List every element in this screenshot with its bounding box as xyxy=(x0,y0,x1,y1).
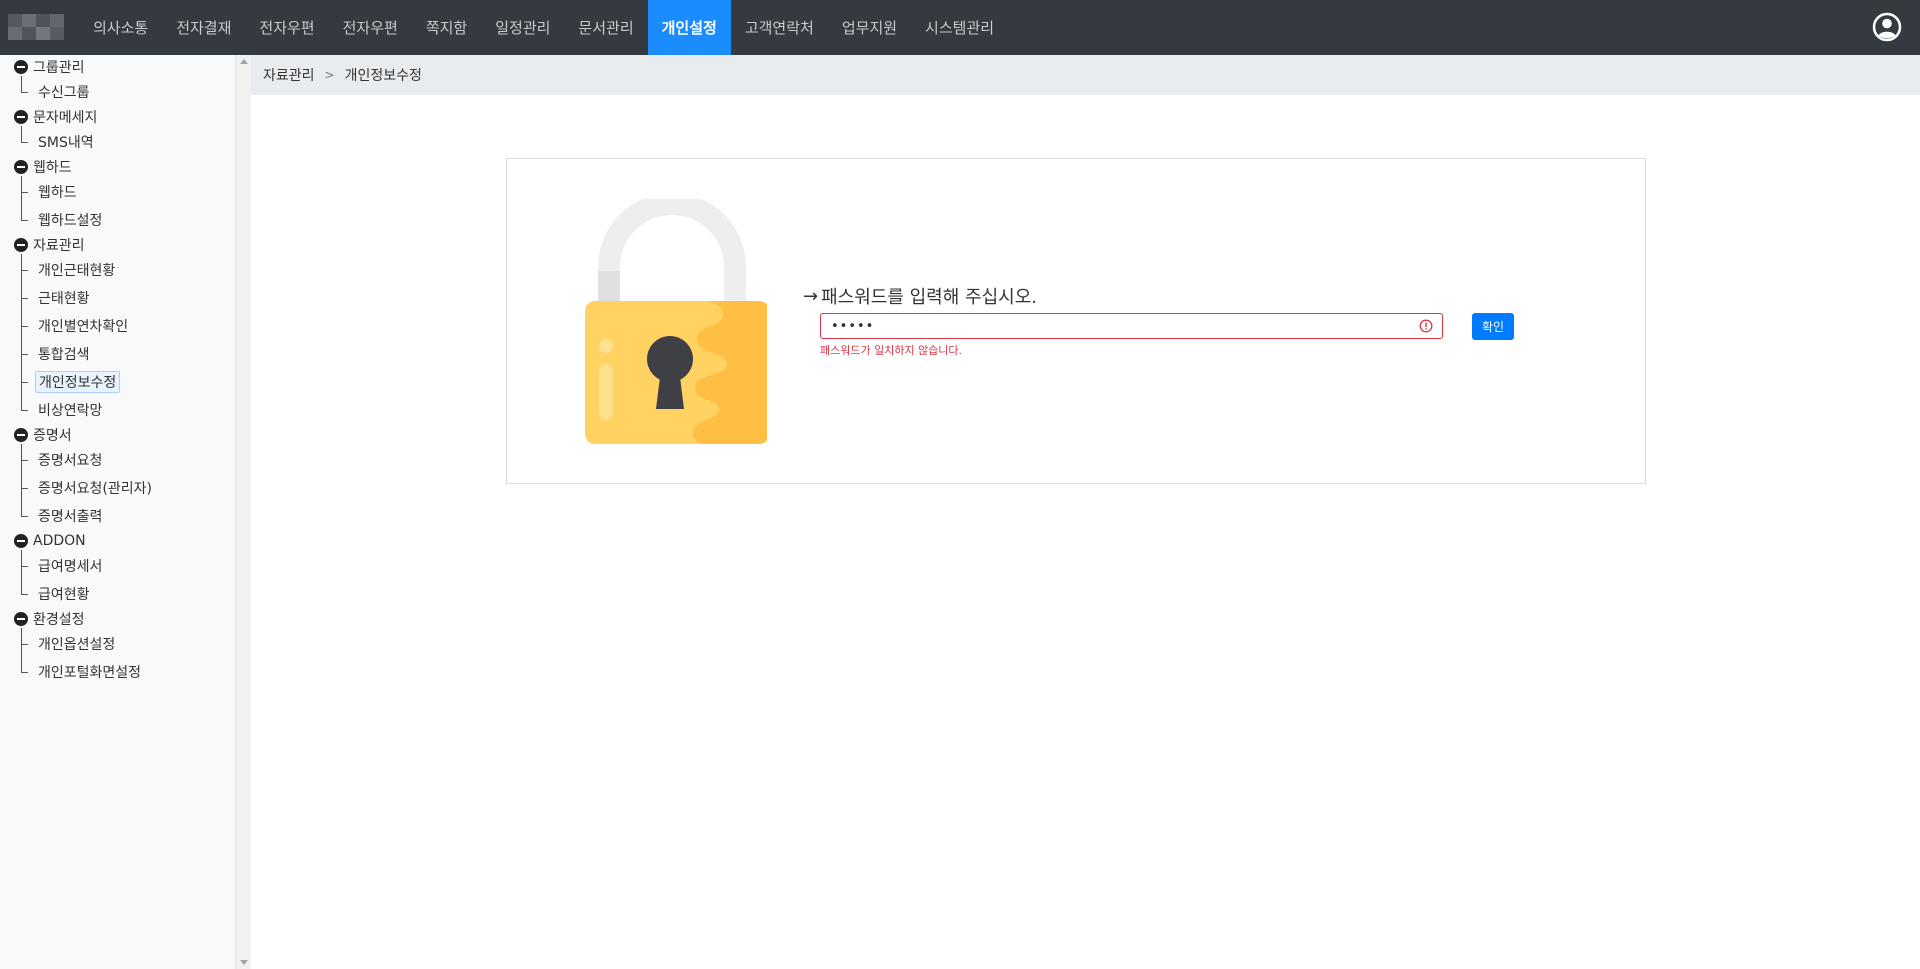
breadcrumb-separator: > xyxy=(324,68,335,82)
password-card: → 패스워드를 입력해 주십시오. 패스워드가 일치하지 않습니다. 확인 xyxy=(506,158,1646,484)
sidebar-group[interactable]: ADDON xyxy=(14,531,86,551)
sidebar-item[interactable]: 수신그룹 xyxy=(35,81,93,103)
minus-circle-icon[interactable] xyxy=(14,238,28,252)
sidebar-item[interactable]: 개인옵션설정 xyxy=(35,633,118,655)
exclamation-circle-icon xyxy=(1419,319,1433,333)
tree-connector xyxy=(21,298,28,299)
logo[interactable] xyxy=(0,0,68,55)
tree-connector xyxy=(21,270,28,271)
tree-line xyxy=(21,176,22,220)
tree-connector xyxy=(21,644,28,645)
tree-connector xyxy=(21,594,28,595)
sidebar-item[interactable]: 통합검색 xyxy=(35,343,93,365)
tree-connector xyxy=(21,566,28,567)
confirm-button[interactable]: 확인 xyxy=(1472,313,1514,340)
sidebar-item[interactable]: 급여명세서 xyxy=(35,555,105,577)
password-prompt-text: 패스워드를 입력해 주십시오. xyxy=(821,287,1037,308)
tree-line xyxy=(21,126,22,142)
user-circle-icon[interactable] xyxy=(1872,12,1902,42)
nav-item[interactable]: 쪽지함 xyxy=(412,0,481,55)
minus-circle-icon[interactable] xyxy=(14,160,28,174)
nav-item[interactable]: 전자우편 xyxy=(329,0,412,55)
sidebar-item[interactable]: 증명서요청(관리자) xyxy=(35,477,155,499)
nav-item[interactable]: 개인설정 xyxy=(647,0,731,55)
tree-connector xyxy=(21,382,28,383)
tree-line xyxy=(21,254,22,410)
sidebar-item[interactable]: 개인근태현황 xyxy=(35,259,118,281)
tree-connector xyxy=(21,488,28,489)
tree-line xyxy=(21,550,22,594)
sidebar-item[interactable]: 증명서출력 xyxy=(35,505,105,527)
sidebar-group-label: 환경설정 xyxy=(33,612,85,628)
sidebar-group[interactable]: 문자메세지 xyxy=(14,107,97,127)
sidebar-group-label: 문자메세지 xyxy=(33,110,98,126)
top-navbar: 의사소통 전자결재 전자우편 전자우편 쪽지함 일정관리 문서관리 개인설정 고객연락처 업무지원… xyxy=(0,0,1920,55)
password-prompt: → 패스워드를 입력해 주십시오. xyxy=(803,283,1037,309)
sidebar-group[interactable]: 웹하드 xyxy=(14,157,72,177)
sidebar-group[interactable]: 자료관리 xyxy=(14,235,85,255)
minus-circle-icon[interactable] xyxy=(14,612,28,626)
sidebar-group-label: ADDON xyxy=(33,533,86,549)
tree-connector xyxy=(21,672,28,673)
nav-item[interactable]: 고객연락처 xyxy=(731,0,828,55)
tree-line xyxy=(21,444,22,516)
tree-connector xyxy=(21,192,28,193)
sidebar-tree: 그룹관리 수신그룹 문자메세지 SMS내역 웹하드 웹하드 웹하드설정 자료관리 개인근태현황 근… xyxy=(0,55,235,969)
tree-connector xyxy=(21,410,28,411)
minus-circle-icon[interactable] xyxy=(14,110,28,124)
sidebar-scrollbar[interactable] xyxy=(235,55,251,969)
sidebar-group[interactable]: 환경설정 xyxy=(14,609,85,629)
breadcrumb-parent[interactable]: 자료관리 xyxy=(263,65,315,85)
tree-connector xyxy=(21,142,28,143)
tree-connector xyxy=(21,326,28,327)
scroll-up-arrow-icon[interactable] xyxy=(240,59,248,64)
sidebar-item[interactable]: 근태현황 xyxy=(35,287,93,309)
sidebar-group-label: 자료관리 xyxy=(33,238,85,254)
nav-item[interactable]: 전자결재 xyxy=(162,0,245,55)
sidebar: 그룹관리 수신그룹 문자메세지 SMS내역 웹하드 웹하드 웹하드설정 자료관리 개인근태현황 근… xyxy=(0,55,235,969)
minus-circle-icon[interactable] xyxy=(14,60,28,74)
tree-connector xyxy=(21,220,28,221)
tree-line xyxy=(21,76,22,92)
sidebar-item[interactable]: 웹하드 xyxy=(35,181,80,203)
nav-menu: 의사소통 전자결재 전자우편 전자우편 쪽지함 일정관리 문서관리 개인설정 고객연락처 업무지원… xyxy=(79,0,1008,55)
sidebar-item[interactable]: 개인포털화면설정 xyxy=(35,661,144,683)
nav-item[interactable]: 의사소통 xyxy=(79,0,162,55)
sidebar-item[interactable]: SMS내역 xyxy=(35,131,97,153)
minus-circle-icon[interactable] xyxy=(14,428,28,442)
sidebar-group-label: 증명서 xyxy=(33,428,72,444)
password-input[interactable] xyxy=(820,313,1443,339)
sidebar-item[interactable]: 비상연락망 xyxy=(35,399,105,421)
sidebar-item[interactable]: 개인별연차확인 xyxy=(35,315,131,337)
arrow-right-icon: → xyxy=(803,285,819,307)
sidebar-group-label: 웹하드 xyxy=(33,160,72,176)
sidebar-item[interactable]: 웹하드설정 xyxy=(35,209,105,231)
sidebar-group-label: 그룹관리 xyxy=(33,60,85,76)
nav-item[interactable]: 문서관리 xyxy=(564,0,647,55)
sidebar-item[interactable]: 급여현황 xyxy=(35,583,93,605)
padlock-icon xyxy=(585,199,767,444)
nav-item[interactable]: 업무지원 xyxy=(828,0,911,55)
nav-item[interactable]: 일정관리 xyxy=(481,0,564,55)
breadcrumb: 자료관리 > 개인정보수정 xyxy=(251,55,1920,95)
breadcrumb-current: 개인정보수정 xyxy=(344,68,422,84)
sidebar-item[interactable]: 개인정보수정 xyxy=(35,371,121,393)
sidebar-group[interactable]: 그룹관리 xyxy=(14,57,85,77)
tree-line xyxy=(21,628,22,672)
tree-connector xyxy=(21,92,28,93)
tree-connector xyxy=(21,354,28,355)
minus-circle-icon[interactable] xyxy=(14,534,28,548)
sidebar-item[interactable]: 증명서요청 xyxy=(35,449,105,471)
tree-connector xyxy=(21,460,28,461)
password-error-message: 패스워드가 일치하지 않습니다. xyxy=(820,344,963,357)
tree-connector xyxy=(21,516,28,517)
nav-item[interactable]: 전자우편 xyxy=(245,0,328,55)
nav-item[interactable]: 시스템관리 xyxy=(911,0,1008,55)
scroll-down-arrow-icon[interactable] xyxy=(240,960,248,965)
sidebar-group[interactable]: 증명서 xyxy=(14,425,72,445)
